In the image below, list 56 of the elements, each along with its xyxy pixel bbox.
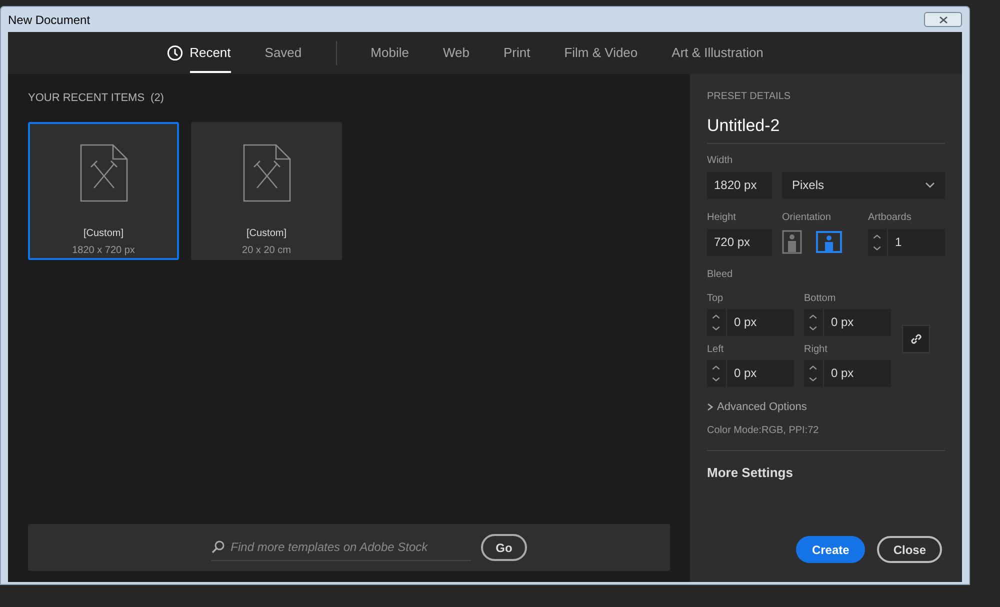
field-label: Height xyxy=(707,210,737,224)
number-stepper[interactable]: 1 xyxy=(868,228,945,256)
portrait-icon xyxy=(782,230,802,254)
tab[interactable]: Saved xyxy=(248,32,319,74)
item-size: 20 x 20 cm xyxy=(242,244,291,258)
item-size: 1820 x 720 px xyxy=(72,244,135,258)
field-label: Width xyxy=(707,154,734,168)
link-icon xyxy=(909,332,923,346)
tab[interactable]: Mobile xyxy=(354,32,426,74)
search-icon xyxy=(210,540,225,554)
field-label: Right xyxy=(804,342,828,356)
input-field[interactable]: 720 px xyxy=(707,228,772,256)
tab[interactable]: Print xyxy=(486,32,548,74)
field-label: Left xyxy=(707,342,725,356)
section-heading: YOUR RECENT ITEMS xyxy=(28,91,145,106)
document-icon xyxy=(242,144,290,202)
go-button[interactable]: Go xyxy=(480,534,528,561)
chevron-down-icon xyxy=(925,182,935,188)
unit-dropdown[interactable]: Pixels xyxy=(782,172,945,198)
document-card[interactable]: [Custom] 1820 x 720 px xyxy=(28,122,179,260)
field-label: Bleed xyxy=(707,268,734,282)
close-button[interactable]: Close xyxy=(877,536,942,563)
close-icon xyxy=(938,16,948,24)
landscape-icon xyxy=(816,231,842,253)
item-count: (2) xyxy=(150,91,164,106)
field-label: Orientation xyxy=(782,210,832,224)
more-settings-link[interactable]: More Settings xyxy=(707,463,793,482)
link-button[interactable] xyxy=(902,324,930,352)
field-label: Artboards xyxy=(868,210,912,224)
document-icon xyxy=(80,144,128,202)
input-field[interactable]: 1820 px xyxy=(707,172,772,198)
tab[interactable]: Web xyxy=(426,32,486,74)
tab[interactable]: Art & Illustration xyxy=(654,32,780,74)
field-label: Bottom xyxy=(804,292,837,306)
clock-icon xyxy=(166,45,183,61)
advanced-options-toggle[interactable]: Advanced Options xyxy=(707,398,945,415)
landscape-orientation-button[interactable] xyxy=(816,228,842,256)
section-heading: PRESET DETAILS xyxy=(707,90,792,104)
chevron-icon xyxy=(707,402,713,411)
document-card[interactable]: [Custom] 20 x 20 cm xyxy=(191,122,342,260)
color-mode-info: Color Mode:RGB, PPI:72 xyxy=(707,424,820,438)
number-stepper[interactable]: 0 px xyxy=(804,308,891,336)
item-name: [Custom] xyxy=(83,226,124,240)
number-stepper[interactable]: 0 px xyxy=(707,308,794,336)
close-button[interactable] xyxy=(924,12,962,27)
number-stepper[interactable]: 0 px xyxy=(804,360,891,386)
search-field[interactable]: Find more templates on Adobe Stock xyxy=(210,534,471,560)
item-name: [Custom] xyxy=(246,226,286,240)
portrait-orientation-button[interactable] xyxy=(782,228,802,256)
create-button[interactable]: Create xyxy=(796,536,866,563)
field-label: Top xyxy=(707,292,724,306)
tab[interactable]: Film & Video xyxy=(547,32,655,74)
tab[interactable]: Recent xyxy=(150,32,248,74)
number-stepper[interactable]: 0 px xyxy=(707,360,794,386)
document-name-field[interactable]: Untitled-2 xyxy=(707,113,945,144)
window-title: New Document xyxy=(8,12,90,28)
